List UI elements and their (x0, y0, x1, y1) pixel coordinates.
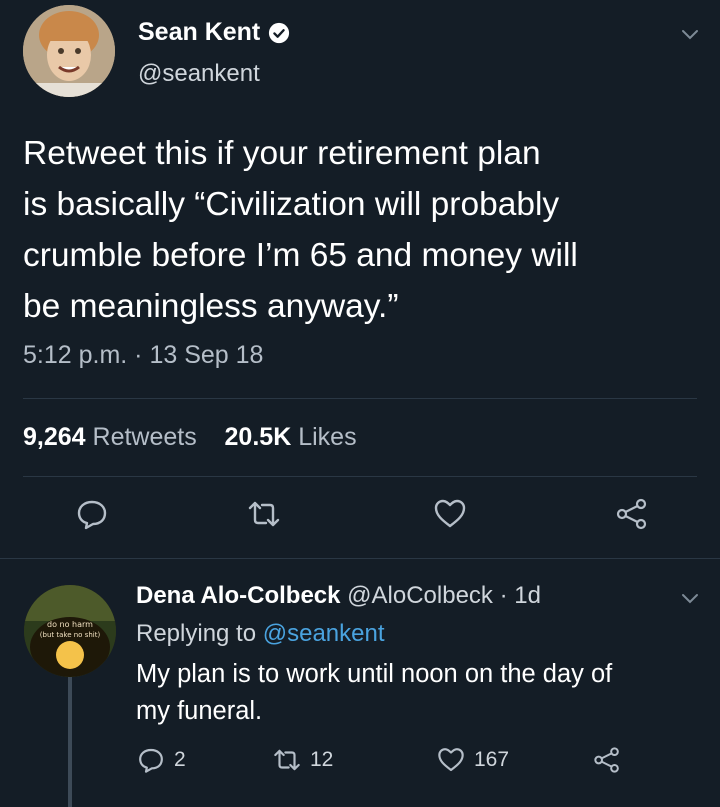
share-icon (594, 747, 619, 773)
like-icon (438, 748, 464, 772)
like-count: 20.5K (224, 423, 292, 451)
like-stat-label: Likes (298, 423, 357, 451)
tweet-text: Retweet this if your retirement plan is … (23, 128, 703, 332)
share-icon[interactable] (614, 496, 650, 532)
retweet-icon[interactable] (246, 496, 282, 532)
reply-share-button[interactable] (592, 745, 622, 775)
tweet-text-line: be meaningless anyway.” (23, 288, 399, 325)
reply-header: Dena Alo-Colbeck @AloColbeck · 1d (136, 582, 541, 610)
retweet-stat[interactable]: 9,264 Retweets (23, 423, 197, 451)
replying-prefix: Replying to (136, 620, 257, 647)
verified-icon (269, 22, 290, 43)
author-handle[interactable]: @seankent (138, 60, 260, 88)
tweet-stats: 9,264 Retweets 20.5K Likes (23, 423, 357, 452)
reply-tweet: do no harm (but take no shit) Dena Alo-C… (0, 560, 720, 807)
main-tweet: Sean Kent @seankent Retweet this if your… (0, 0, 720, 558)
author-name-row: Sean Kent (138, 18, 290, 47)
divider (0, 558, 720, 559)
tweet-text-line: is basically “Civilization will probably (23, 186, 560, 223)
retweet-icon (274, 749, 300, 771)
reply-icon (139, 748, 163, 773)
replying-to: Replying to @seankent (136, 620, 385, 648)
chevron-down-icon[interactable] (678, 586, 702, 610)
tweet-timestamp[interactable]: 5:12 p.m. · 13 Sep 18 (23, 341, 263, 370)
like-stat[interactable]: 20.5K Likes (225, 423, 357, 451)
reply-reply-count: 2 (174, 748, 186, 771)
tweet-actions (0, 496, 720, 536)
reply-age: · 1d (499, 582, 541, 609)
reply-author-handle[interactable]: @AloColbeck (347, 582, 493, 609)
reply-like-button[interactable]: 167 (436, 745, 509, 775)
reply-like-count: 167 (474, 748, 510, 771)
reply-retweet-count: 12 (310, 748, 334, 771)
retweet-stat-label: Retweets (92, 423, 197, 451)
reply-text-line: My plan is to work until noon on the day… (136, 660, 613, 688)
reply-author-avatar[interactable]: do no harm (but take no shit) (24, 585, 116, 677)
reply-reply-button[interactable]: 2 (136, 745, 186, 775)
reply-author-name[interactable]: Dena Alo-Colbeck (136, 582, 340, 609)
tweet-text-line: Retweet this if your retirement plan (23, 135, 541, 172)
author-avatar[interactable] (23, 5, 115, 97)
reply-text-line: my funeral. (136, 697, 263, 725)
svg-text:(but take no shit): (but take no shit) (40, 631, 101, 639)
author-name[interactable]: Sean Kent (138, 18, 260, 47)
tweet-text-line: crumble before I’m 65 and money will (23, 237, 578, 274)
replying-handle-link[interactable]: @seankent (263, 620, 385, 647)
svg-text:do no harm: do no harm (47, 620, 93, 629)
reply-icon[interactable] (74, 496, 110, 532)
like-icon[interactable] (432, 496, 468, 532)
thread-line (68, 677, 72, 807)
reply-text: My plan is to work until noon on the day… (136, 656, 696, 730)
chevron-down-icon[interactable] (678, 22, 702, 46)
divider (23, 398, 697, 399)
divider (23, 476, 697, 477)
reply-actions: 2 12 167 (136, 745, 696, 779)
retweet-count: 9,264 (23, 423, 86, 451)
reply-retweet-button[interactable]: 12 (272, 745, 333, 775)
